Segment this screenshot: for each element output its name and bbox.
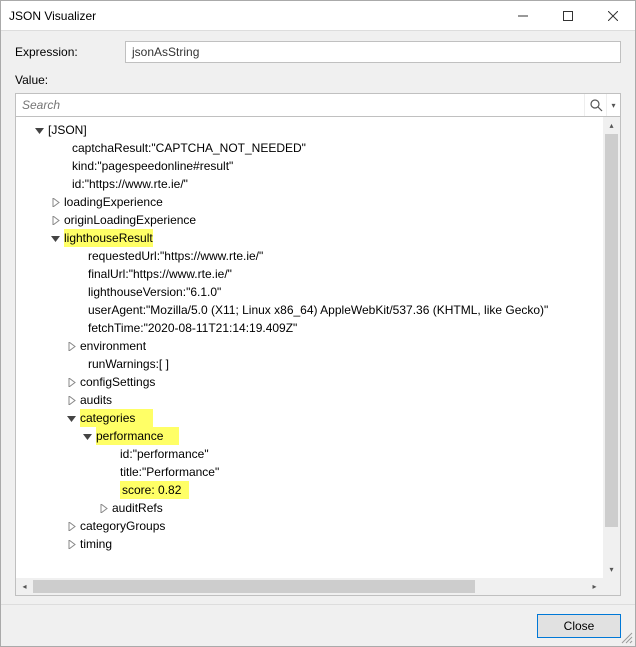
chevron-left-icon: ◂ — [22, 582, 26, 591]
expand-icon[interactable] — [64, 375, 78, 389]
scroll-corner — [603, 578, 620, 595]
tree-node[interactable]: captchaResult: "CAPTCHA_NOT_NEEDED" — [20, 139, 603, 157]
scroll-down-button[interactable]: ▾ — [603, 561, 620, 578]
tree-node[interactable]: lighthouseVersion: "6.1.0" — [20, 283, 603, 301]
expand-icon[interactable] — [48, 213, 62, 227]
tree-node-performance[interactable]: performance — [20, 427, 603, 445]
tree-node-categories[interactable]: categories — [20, 409, 603, 427]
tree-node-originLoadingExperience[interactable]: originLoadingExperience — [20, 211, 603, 229]
expand-icon[interactable] — [96, 501, 110, 515]
close-button[interactable]: Close — [537, 614, 621, 638]
tree-node[interactable]: finalUrl: "https://www.rte.ie/" — [20, 265, 603, 283]
collapse-icon[interactable] — [80, 429, 94, 443]
scroll-track[interactable] — [603, 134, 620, 561]
dialog-footer: Close — [1, 604, 635, 646]
tree-node[interactable]: title: "Performance" — [20, 463, 603, 481]
tree-node-categoryGroups[interactable]: categoryGroups — [20, 517, 603, 535]
tree-node[interactable]: requestedUrl: "https://www.rte.ie/" — [20, 247, 603, 265]
resize-grip-icon — [619, 630, 633, 644]
tree-node-audits[interactable]: audits — [20, 391, 603, 409]
close-icon — [608, 11, 618, 21]
tree-node-loadingExperience[interactable]: loadingExperience — [20, 193, 603, 211]
chevron-down-icon: ▾ — [609, 565, 613, 574]
minimize-button[interactable] — [500, 1, 545, 30]
expand-icon[interactable] — [64, 519, 78, 533]
tree-node-score[interactable]: score: 0.82 — [20, 481, 603, 499]
scroll-thumb[interactable] — [605, 134, 618, 527]
dialog-window: JSON Visualizer Expression: jsonAsString… — [0, 0, 636, 647]
chevron-right-icon: ▸ — [592, 582, 596, 591]
collapse-icon[interactable] — [32, 123, 46, 137]
titlebar: JSON Visualizer — [1, 1, 635, 31]
scroll-thumb[interactable] — [33, 580, 475, 593]
scroll-right-button[interactable]: ▸ — [586, 578, 603, 595]
collapse-icon[interactable] — [48, 231, 62, 245]
search-button[interactable] — [584, 94, 606, 116]
tree-node[interactable]: userAgent: "Mozilla/5.0 (X11; Linux x86_… — [20, 301, 603, 319]
resize-grip[interactable] — [619, 630, 633, 644]
scroll-track[interactable] — [33, 578, 586, 595]
tree-node-configSettings[interactable]: configSettings — [20, 373, 603, 391]
search-options-dropdown[interactable]: ▾ — [606, 94, 620, 116]
tree-node-timing[interactable]: timing — [20, 535, 603, 553]
scroll-up-button[interactable]: ▴ — [603, 117, 620, 134]
tree-node-root[interactable]: [JSON] — [20, 121, 603, 139]
tree-node[interactable]: id: "https://www.rte.ie/" — [20, 175, 603, 193]
expand-icon[interactable] — [64, 339, 78, 353]
value-panel: ▾ [JSON] captchaResult: "CAPTCHA_NOT_NEE… — [15, 93, 621, 596]
tree-node-lighthouseResult[interactable]: lighthouseResult — [20, 229, 603, 247]
expand-icon[interactable] — [64, 393, 78, 407]
content-area: Expression: jsonAsString Value: ▾ — [1, 31, 635, 604]
value-label: Value: — [15, 73, 125, 87]
chevron-up-icon: ▴ — [609, 121, 613, 130]
search-input[interactable] — [16, 94, 584, 116]
horizontal-scrollbar[interactable]: ◂ ▸ — [16, 578, 603, 595]
window-title: JSON Visualizer — [9, 9, 500, 23]
json-tree[interactable]: [JSON] captchaResult: "CAPTCHA_NOT_NEEDE… — [16, 117, 603, 578]
collapse-icon[interactable] — [64, 411, 78, 425]
tree-node[interactable]: kind: "pagespeedonline#result" — [20, 157, 603, 175]
chevron-down-icon: ▾ — [611, 101, 615, 110]
search-icon — [589, 98, 603, 112]
tree-node[interactable]: id: "performance" — [20, 445, 603, 463]
expand-icon[interactable] — [48, 195, 62, 209]
expression-row: Expression: jsonAsString — [15, 41, 621, 63]
tree-container: [JSON] captchaResult: "CAPTCHA_NOT_NEEDE… — [15, 117, 621, 596]
tree-node-environment[interactable]: environment — [20, 337, 603, 355]
expand-icon[interactable] — [64, 537, 78, 551]
minimize-icon — [518, 11, 528, 21]
tree-node[interactable]: fetchTime: "2020-08-11T21:14:19.409Z" — [20, 319, 603, 337]
scroll-left-button[interactable]: ◂ — [16, 578, 33, 595]
expression-input[interactable]: jsonAsString — [125, 41, 621, 63]
tree-node[interactable]: runWarnings: [ ] — [20, 355, 603, 373]
tree-node-auditRefs[interactable]: auditRefs — [20, 499, 603, 517]
search-bar: ▾ — [15, 93, 621, 117]
vertical-scrollbar[interactable]: ▴ ▾ — [603, 117, 620, 578]
maximize-icon — [563, 11, 573, 21]
expression-label: Expression: — [15, 45, 125, 59]
expression-value: jsonAsString — [132, 45, 199, 59]
maximize-button[interactable] — [545, 1, 590, 30]
close-window-button[interactable] — [590, 1, 635, 30]
